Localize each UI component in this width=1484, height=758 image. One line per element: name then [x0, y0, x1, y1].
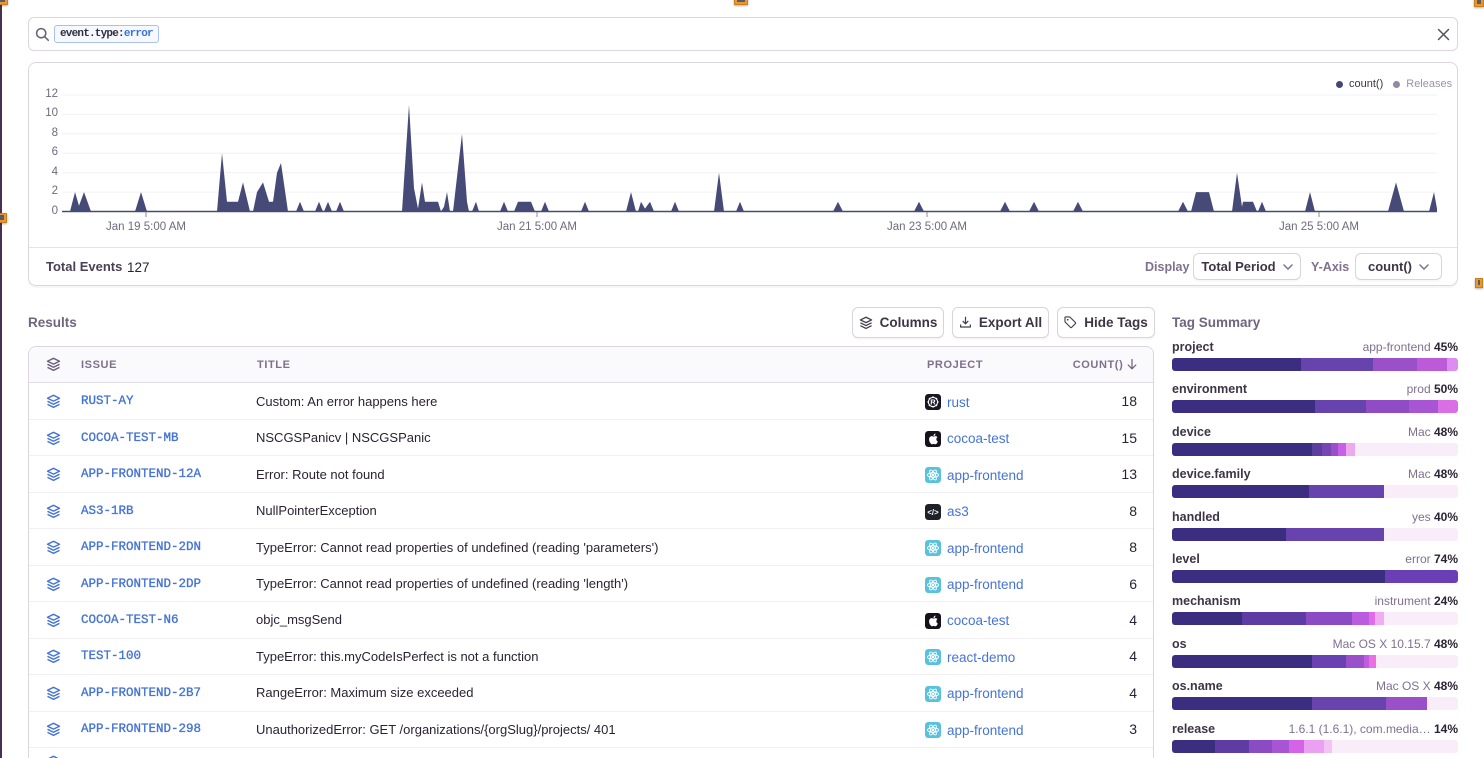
- svg-text:</>: </>: [927, 507, 939, 516]
- svg-text:R: R: [930, 398, 936, 407]
